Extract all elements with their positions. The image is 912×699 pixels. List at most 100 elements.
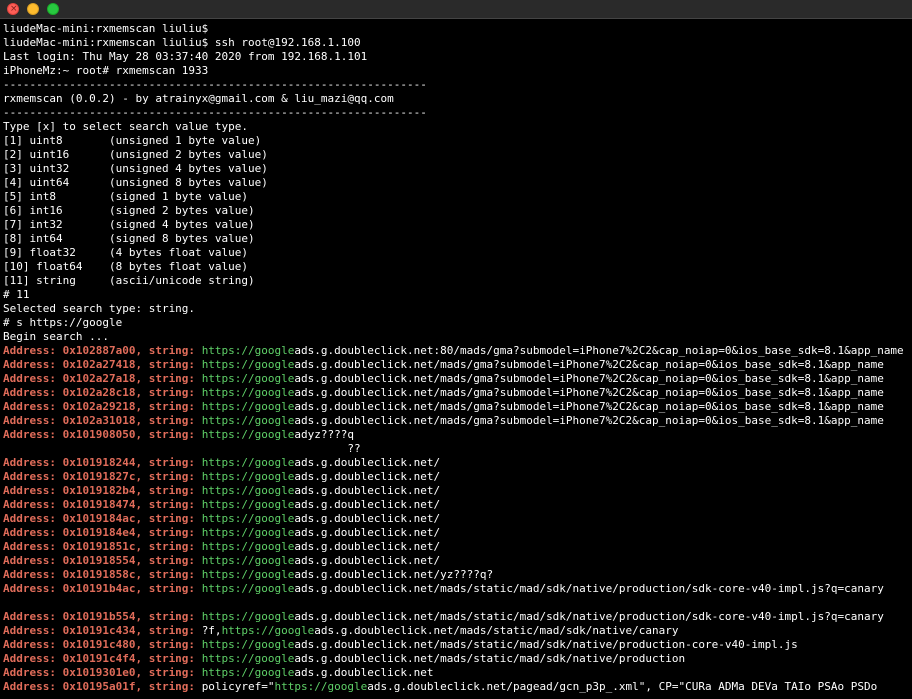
- terminal-line: # s https://google: [3, 316, 123, 329]
- result-address: Address: 0x102a29218, string:: [3, 400, 202, 413]
- result-match: https://google: [201, 526, 295, 539]
- result-address: Address: 0x1019184ac, string:: [3, 512, 202, 525]
- result-match: https://google: [201, 512, 295, 525]
- result-match: https://google: [221, 624, 315, 637]
- result-match: https://google: [201, 498, 295, 511]
- result-rest: adyz????q: [294, 428, 355, 441]
- close-button[interactable]: ×: [7, 3, 19, 15]
- terminal-output[interactable]: liudeMac-mini:rxmemscan liuliu$ liudeMac-…: [3, 22, 912, 699]
- result-match: https://google: [201, 540, 295, 553]
- terminal-line: [1] uint8 (unsigned 1 byte value): [3, 134, 262, 147]
- terminal-line: rxmemscan (0.0.2) - by atrainyx@gmail.co…: [3, 92, 394, 105]
- result-address: Address: 0x101908050, string:: [3, 428, 202, 441]
- search-result-line: Address: 0x10191851c, string: https://go…: [3, 540, 912, 554]
- result-address: Address: 0x101918244, string:: [3, 456, 202, 469]
- search-result-line: Address: 0x10191b4ac, string: https://go…: [3, 582, 912, 596]
- result-rest: ads.g.doubleclick.net/: [294, 512, 441, 525]
- result-match: https://google: [201, 372, 295, 385]
- result-prefix: policyref=": [201, 680, 275, 693]
- terminal-line: [11] string (ascii/unicode string): [3, 274, 255, 287]
- terminal-line: [7] int32 (signed 4 bytes value): [3, 218, 255, 231]
- search-result-line: Address: 0x101918474, string: https://go…: [3, 498, 912, 512]
- terminal-line: [8] int64 (signed 8 bytes value): [3, 232, 255, 245]
- result-match: https://google: [201, 400, 295, 413]
- search-result-line: Address: 0x102a29218, string: https://go…: [3, 400, 912, 414]
- terminal-line: [6] int16 (signed 2 bytes value): [3, 204, 255, 217]
- terminal-line: [4] uint64 (unsigned 8 bytes value): [3, 176, 268, 189]
- result-match: https://google: [201, 666, 295, 679]
- result-match: https://google: [201, 456, 295, 469]
- search-result-line: Address: 0x10191827c, string: https://go…: [3, 470, 912, 484]
- result-address: Address: 0x1019301e0, string:: [3, 666, 202, 679]
- close-icon: ×: [10, 4, 18, 14]
- result-address: Address: 0x102887a00, string:: [3, 344, 202, 357]
- result-match: https://google: [201, 582, 295, 595]
- result-address: Address: 0x10191b554, string:: [3, 610, 202, 623]
- result-match: https://google: [201, 484, 295, 497]
- result-address: Address: 0x102a27418, string:: [3, 358, 202, 371]
- result-match: https://google: [201, 638, 295, 651]
- search-result-line: Address: 0x10195a01f, string: policyref=…: [3, 680, 912, 694]
- result-address: Address: 0x102a27a18, string:: [3, 372, 202, 385]
- result-match: https://google: [201, 428, 295, 441]
- terminal-line: [5] int8 (signed 1 byte value): [3, 190, 249, 203]
- terminal-line: Type [x] to select search value type.: [3, 120, 249, 133]
- search-result-line: Address: 0x1019301e0, string: https://go…: [3, 666, 912, 680]
- result-rest: ads.g.doubleclick.net/: [294, 526, 441, 539]
- search-result-line: Address: 0x1019184ac, string: https://go…: [3, 512, 912, 526]
- result-match: https://google: [201, 568, 295, 581]
- result-address: Address: 0x10195a01f, string:: [3, 680, 202, 693]
- result-rest: ads.g.doubleclick.net/mads/gma?submodel=…: [294, 358, 884, 371]
- terminal-line: Last login: Thu May 28 03:37:40 2020 fro…: [3, 50, 368, 63]
- result-address: Address: 0x101918554, string:: [3, 554, 202, 567]
- result-address: Address: 0x10191851c, string:: [3, 540, 202, 553]
- result-address: Address: 0x1019182b4, string:: [3, 484, 202, 497]
- result-address: Address: 0x102a31018, string:: [3, 414, 202, 427]
- result-rest: ads.g.doubleclick.net/: [294, 470, 441, 483]
- result-address: Address: 0x10191827c, string:: [3, 470, 202, 483]
- terminal-line: [9] float32 (4 bytes float value): [3, 246, 249, 259]
- terminal-line: iPhoneMz:~ root# rxmemscan 1933: [3, 64, 209, 77]
- result-rest: ads.g.doubleclick.net/mads/static/mad/sd…: [314, 624, 679, 637]
- result-address: Address: 0x101918474, string:: [3, 498, 202, 511]
- terminal-line: [3] uint32 (unsigned 4 bytes value): [3, 162, 268, 175]
- result-match: https://google: [201, 652, 295, 665]
- search-result-line: Address: 0x10191c434, string: ?f,https:/…: [3, 624, 912, 638]
- search-result-line: Address: 0x102a27418, string: https://go…: [3, 358, 912, 372]
- result-match: https://google: [201, 386, 295, 399]
- zoom-button[interactable]: [47, 3, 59, 15]
- result-rest: ads.g.doubleclick.net/mads/gma?submodel=…: [294, 400, 884, 413]
- search-result-line: Address: 0x102a28c18, string: https://go…: [3, 386, 912, 400]
- result-rest: ads.g.doubleclick.net/mads/static/mad/sd…: [294, 652, 686, 665]
- result-address: Address: 0x1019184e4, string:: [3, 526, 202, 539]
- result-prefix: ?f,: [201, 624, 222, 637]
- terminal-window: × liudeMac-mini:rxmemscan liuliu$ liudeMa…: [0, 0, 912, 699]
- result-rest: ads.g.doubleclick.net/: [294, 498, 441, 511]
- result-rest: ads.g.doubleclick.net: [294, 666, 434, 679]
- result-rest: ads.g.doubleclick.net/mads/gma?submodel=…: [294, 372, 884, 385]
- search-result-line: Address: 0x101918244, string: https://go…: [3, 456, 912, 470]
- result-rest: ads.g.doubleclick.net/pagead/gcn_p3p_.xm…: [367, 680, 878, 693]
- result-rest: ads.g.doubleclick.net/: [294, 484, 441, 497]
- search-result-line: Address: 0x10191c480, string: https://go…: [3, 638, 912, 652]
- result-match: https://google: [201, 470, 295, 483]
- result-rest: ads.g.doubleclick.net/mads/static/mad/sd…: [294, 582, 884, 595]
- terminal-line: ----------------------------------------…: [3, 78, 427, 91]
- result-address: Address: 0x10191b4ac, string:: [3, 582, 202, 595]
- search-result-line: Address: 0x1019182b4, string: https://go…: [3, 484, 912, 498]
- result-rest: ads.g.doubleclick.net/mads/static/mad/sd…: [294, 638, 798, 651]
- search-result-line: Address: 0x102a27a18, string: https://go…: [3, 372, 912, 386]
- minimize-button[interactable]: [27, 3, 39, 15]
- search-result-line: Address: 0x10191b554, string: https://go…: [3, 610, 912, 624]
- search-result-line: Address: 0x10191858c, string: https://go…: [3, 568, 912, 582]
- result-rest: ads.g.doubleclick.net/: [294, 456, 441, 469]
- result-address: Address: 0x10191c480, string:: [3, 638, 202, 651]
- search-result-line: Address: 0x102a31018, string: https://go…: [3, 414, 912, 428]
- result-rest: ads.g.doubleclick.net/mads/gma?submodel=…: [294, 414, 884, 427]
- terminal-line: liudeMac-mini:rxmemscan liuliu$: [3, 22, 209, 35]
- search-result-line: Address: 0x101908050, string: https://go…: [3, 428, 912, 442]
- terminal-line: [2] uint16 (unsigned 2 bytes value): [3, 148, 268, 161]
- terminal-line: [10] float64 (8 bytes float value): [3, 260, 249, 273]
- search-result-line: Address: 0x101918554, string: https://go…: [3, 554, 912, 568]
